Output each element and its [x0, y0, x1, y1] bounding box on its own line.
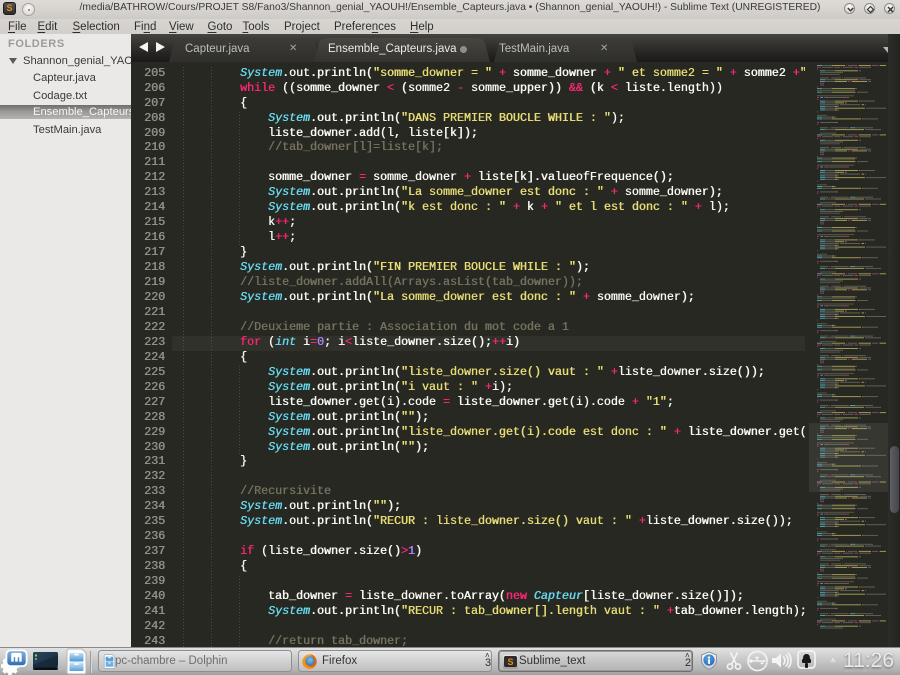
svg-text:S: S [507, 657, 513, 667]
